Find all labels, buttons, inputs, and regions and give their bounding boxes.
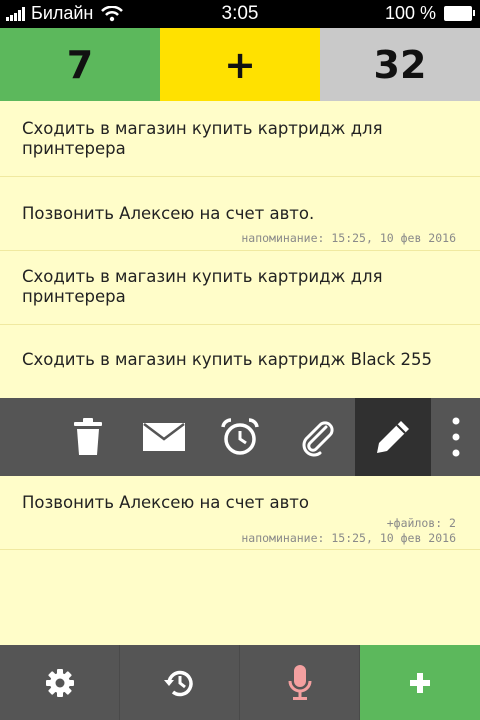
task-item[interactable]: Сходить в магазин купить картридж Black …: [0, 325, 480, 398]
delete-button[interactable]: [50, 398, 126, 476]
counters-bar: 7 + 32: [0, 28, 480, 101]
history-icon: [163, 670, 193, 696]
task-files-count: +файлов: 2: [386, 516, 456, 530]
trash-icon: [74, 418, 102, 455]
task-item[interactable]: Сходить в магазин купить картридж для пр…: [0, 251, 480, 325]
task-item[interactable]: Сходить в магазин купить картридж для пр…: [0, 101, 480, 177]
task-title: Позвонить Алексею на счет авто: [22, 493, 310, 512]
battery-level: 100 %: [384, 3, 436, 23]
add-counter-button[interactable]: +: [160, 28, 320, 101]
status-right: 100 %: [384, 3, 475, 24]
settings-button[interactable]: [0, 645, 120, 720]
alarm-clock-icon: [221, 418, 259, 455]
status-bar: Билайн 3:05 100 %: [0, 0, 480, 28]
pencil-icon: [377, 421, 409, 453]
add-task-button[interactable]: [360, 645, 480, 720]
more-button[interactable]: [432, 398, 480, 476]
mail-icon: [143, 423, 185, 451]
task-title: Сходить в магазин купить картридж для пр…: [22, 267, 383, 306]
counter-active[interactable]: 7: [0, 28, 160, 101]
more-vertical-icon: [452, 417, 460, 457]
edit-button[interactable]: [355, 398, 431, 476]
task-title: Сходить в магазин купить картридж Black …: [22, 350, 433, 369]
task-item[interactable]: Позвонить Алексею на счет авто. напомина…: [0, 177, 480, 251]
reminder-button[interactable]: [202, 398, 278, 476]
task-item[interactable]: Позвонить Алексею на счет авто +файлов: …: [0, 476, 480, 550]
paperclip-icon: [302, 421, 334, 457]
task-action-bar: [0, 398, 480, 476]
history-button[interactable]: [120, 645, 240, 720]
counter-total[interactable]: 32: [320, 28, 480, 101]
gear-icon: [45, 668, 74, 697]
task-title: Сходить в магазин купить картридж для пр…: [22, 119, 383, 158]
email-button[interactable]: [126, 398, 202, 476]
task-reminder: напоминание: 15:25, 10 фев 2016: [241, 531, 456, 545]
task-title: Позвонить Алексею на счет авто.: [22, 204, 315, 223]
battery-icon: [444, 6, 475, 21]
bottom-toolbar: [0, 645, 480, 720]
voice-input-button[interactable]: [240, 645, 360, 720]
microphone-icon: [288, 664, 311, 700]
plus-icon: [410, 672, 430, 693]
attach-button[interactable]: [278, 398, 354, 476]
task-reminder: напоминание: 15:25, 10 фев 2016: [241, 231, 456, 245]
